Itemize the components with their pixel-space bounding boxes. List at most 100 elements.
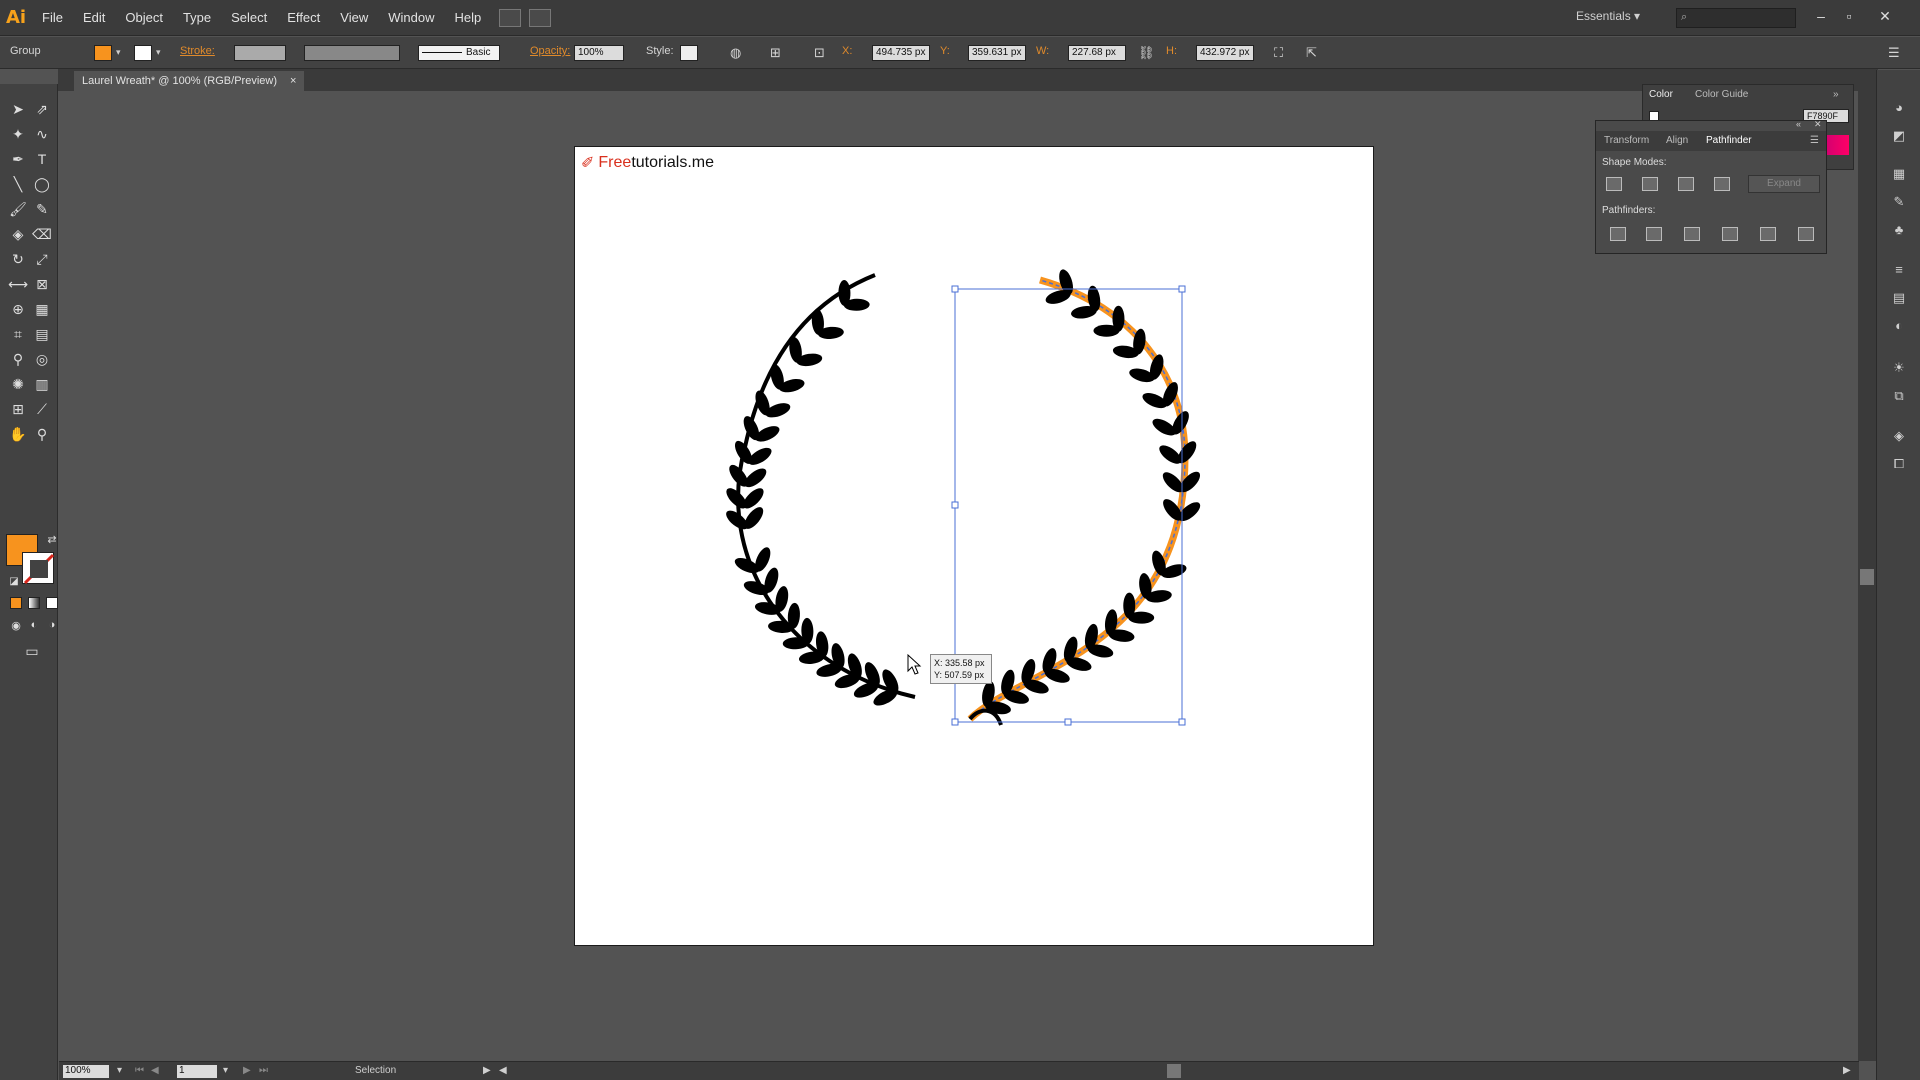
rotate-tool-icon[interactable]: ↻ (6, 248, 30, 270)
tab-color-guide[interactable]: Color Guide (1695, 89, 1748, 100)
right-laurel-branch[interactable] (967, 268, 1203, 722)
trim-button[interactable] (1646, 227, 1662, 241)
intersect-button[interactable] (1678, 177, 1694, 191)
panel-menu-icon[interactable]: ☰ (1810, 135, 1819, 146)
expand-button[interactable]: Expand (1748, 175, 1820, 193)
chevron-down-icon[interactable]: ▾ (156, 47, 161, 58)
menu-window[interactable]: Window (378, 0, 444, 36)
screen-mode-icon[interactable]: ▭ (20, 640, 44, 662)
x-position-field[interactable]: 494.735 px (872, 45, 930, 61)
search-input[interactable]: ⌕ (1676, 8, 1796, 28)
close-window-button[interactable]: ✕ (1874, 6, 1896, 26)
brush-definition-field[interactable]: Basic (418, 45, 500, 61)
menu-help[interactable]: Help (444, 0, 491, 36)
outline-button[interactable] (1760, 227, 1776, 241)
transparency-icon[interactable]: ◐ (1889, 318, 1909, 336)
column-graph-tool-icon[interactable]: ▥ (30, 373, 54, 395)
menu-object[interactable]: Object (115, 0, 173, 36)
stroke-weight-field[interactable] (234, 45, 286, 61)
artboard-tool-icon[interactable]: ⊞ (6, 398, 30, 420)
scale-tool-icon[interactable]: ⤢ (30, 248, 54, 270)
chevron-down-icon[interactable]: ▾ (117, 1065, 122, 1076)
minus-front-button[interactable] (1642, 177, 1658, 191)
height-field[interactable]: 432.972 px (1196, 45, 1254, 61)
chevron-down-icon[interactable]: ▾ (116, 47, 121, 58)
color-panel-icon[interactable]: ◕ (1889, 100, 1909, 118)
menu-file[interactable]: File (32, 0, 73, 36)
opacity-label[interactable]: Opacity: (530, 45, 570, 57)
vertical-scroll-thumb[interactable] (1860, 569, 1874, 585)
color-guide-icon[interactable]: ◩ (1889, 128, 1909, 146)
scroll-right-icon[interactable]: ▶ (1843, 1065, 1851, 1076)
recolor-artwork-icon[interactable]: ◍ (730, 45, 741, 61)
tab-align[interactable]: Align (1666, 135, 1688, 146)
lasso-tool-icon[interactable]: ∿ (30, 123, 54, 145)
gradient-panel-icon[interactable]: ▤ (1889, 290, 1909, 308)
panel-collapse-icon[interactable]: « (1796, 119, 1801, 129)
close-tab-icon[interactable]: × (290, 75, 296, 87)
zoom-field[interactable]: 100% (63, 1065, 109, 1078)
graphic-style-swatch[interactable] (680, 45, 698, 61)
tab-color[interactable]: Color (1649, 89, 1673, 100)
slice-tool-icon[interactable]: ⟋ (30, 398, 54, 420)
transform-icon[interactable]: ⛶ (1274, 45, 1283, 61)
symbols-icon[interactable]: ♣ (1889, 222, 1909, 240)
stroke-label[interactable]: Stroke: (180, 45, 215, 57)
align-to-icon[interactable]: ⊞ (770, 45, 781, 61)
selection-tool-icon[interactable]: ➤ (6, 98, 30, 120)
unite-button[interactable] (1606, 177, 1622, 191)
tab-transform[interactable]: Transform (1604, 135, 1649, 146)
type-tool-icon[interactable]: T (30, 148, 54, 170)
magic-wand-tool-icon[interactable]: ✦ (6, 123, 30, 145)
artboard-number-field[interactable]: 1 (177, 1065, 217, 1078)
arrange-documents-icon[interactable] (529, 8, 552, 27)
opacity-field[interactable]: 100% (574, 45, 624, 61)
default-colors-icon[interactable]: ◪ (2, 570, 26, 592)
laurel-wreath-artwork[interactable] (575, 147, 1375, 947)
y-position-field[interactable]: 359.631 px (968, 45, 1026, 61)
fill-color-swatch[interactable] (94, 45, 112, 61)
horizontal-scroll-thumb[interactable] (1167, 1064, 1181, 1078)
menu-view[interactable]: View (330, 0, 378, 36)
line-tool-icon[interactable]: ╲ (6, 173, 30, 195)
document-tab[interactable]: Laurel Wreath* @ 100% (RGB/Preview) × (74, 71, 305, 91)
blob-brush-tool-icon[interactable]: ◈ (6, 223, 30, 245)
ellipse-tool-icon[interactable]: ◯ (30, 173, 54, 195)
shape-builder-tool-icon[interactable]: ⊕ (6, 298, 30, 320)
paintbrush-tool-icon[interactable]: 🖌 (6, 198, 30, 220)
hand-tool-icon[interactable]: ✋ (6, 423, 30, 445)
next-artboard-icon[interactable]: ▶ (243, 1065, 251, 1076)
bridge-icon[interactable] (499, 8, 522, 27)
maximize-button[interactable]: ▫ (1838, 6, 1860, 26)
menu-select[interactable]: Select (221, 0, 277, 36)
mesh-tool-icon[interactable]: ⌗ (6, 323, 30, 345)
menu-type[interactable]: Type (173, 0, 221, 36)
stroke-color-swatch[interactable] (134, 45, 152, 61)
symbol-sprayer-tool-icon[interactable]: ✺ (6, 373, 30, 395)
pencil-tool-icon[interactable]: ✎ (30, 198, 54, 220)
divide-button[interactable] (1610, 227, 1626, 241)
first-artboard-icon[interactable]: ⏮ (135, 1065, 144, 1076)
menu-effect[interactable]: Effect (277, 0, 330, 36)
exclude-button[interactable] (1714, 177, 1730, 191)
merge-button[interactable] (1684, 227, 1700, 241)
panel-menu-icon[interactable]: ☰ (1888, 45, 1900, 61)
isolate-group-icon[interactable]: ⇱ (1306, 45, 1317, 61)
minimize-button[interactable]: – (1810, 6, 1832, 26)
layers-icon[interactable]: ◈ (1889, 428, 1909, 446)
scroll-left-icon[interactable]: ◀ (499, 1065, 507, 1076)
status-menu-arrow-icon[interactable]: ▶ (483, 1065, 491, 1076)
tab-pathfinder[interactable]: Pathfinder (1706, 135, 1752, 146)
free-transform-tool-icon[interactable]: ⊠ (30, 273, 54, 295)
eyedropper-tool-icon[interactable]: ⚲ (6, 348, 30, 370)
left-laurel-branch[interactable] (723, 273, 916, 709)
constrain-proportions-icon[interactable]: ⛓ (1138, 45, 1155, 61)
last-artboard-icon[interactable]: ⏭ (259, 1065, 268, 1076)
chevron-down-icon[interactable]: ▾ (223, 1065, 228, 1076)
eraser-tool-icon[interactable]: ⌫ (30, 223, 54, 245)
panel-collapse-icon[interactable]: » (1833, 89, 1839, 100)
width-tool-icon[interactable]: ⟷ (6, 273, 30, 295)
pen-tool-icon[interactable]: ✒ (6, 148, 30, 170)
swatches-icon[interactable]: ▦ (1889, 166, 1909, 184)
reference-point-icon[interactable]: ⊡ (814, 45, 825, 61)
